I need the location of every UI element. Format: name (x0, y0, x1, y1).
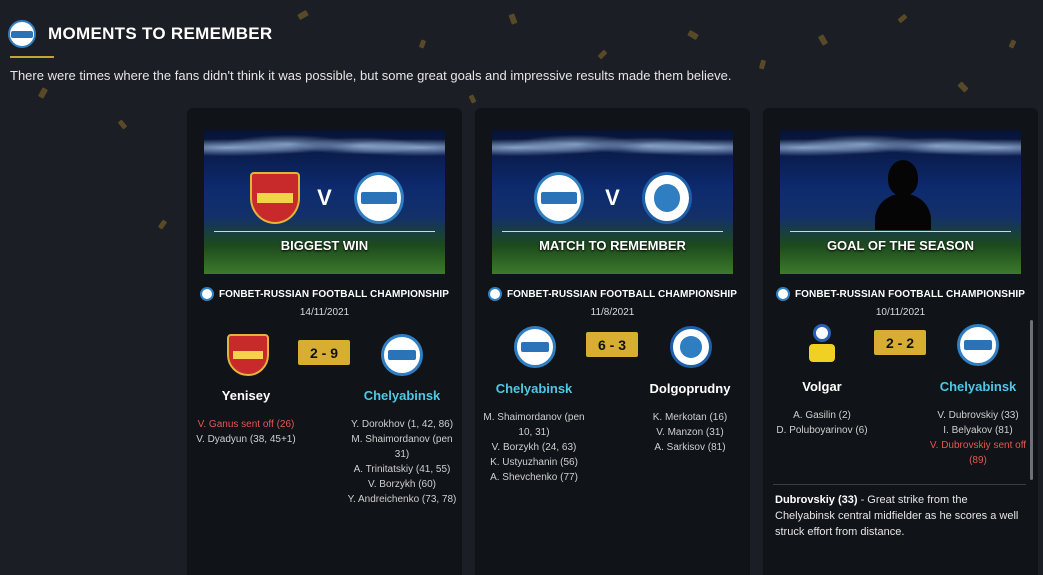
goal-description: Dubrovskiy (33) - Great strike from the … (775, 492, 1025, 540)
chelyabinsk-crest-icon[interactable] (381, 334, 423, 376)
home-events: M. Shaimordanov (pen 10, 31) V. Borzykh … (479, 410, 589, 485)
event-goal: V. Borzykh (60) (368, 479, 436, 490)
away-team-name[interactable]: Chelyabinsk (923, 379, 1033, 394)
event-goal: K. Merkotan (16) (652, 412, 728, 423)
banner-label: BIGGEST WIN (280, 238, 369, 253)
player-silhouette-icon (875, 160, 931, 232)
event-goal: A. Shevchenko (77) (490, 472, 578, 483)
dolgoprudny-crest-icon[interactable] (670, 326, 712, 368)
away-events: V. Dubrovskiy (33) I. Belyakov (81) V. D… (923, 408, 1033, 468)
event-red-card: V. Ganus sent off (26) (197, 419, 295, 430)
page-title: MOMENTS TO REMEMBER (48, 24, 273, 43)
chelyabinsk-crest-icon (8, 20, 36, 48)
vs-label: V (317, 185, 332, 210)
page-subtitle: There were times where the fans didn't t… (10, 68, 732, 83)
event-goal: D. Poluboyarinov (6) (776, 425, 868, 436)
competition-name: FONBET-RUSSIAN FOOTBALL CHAMPIONSHIP (218, 288, 450, 300)
competition-icon (199, 287, 214, 301)
away-team-name[interactable]: Dolgoprudny (635, 381, 745, 396)
dolgoprudny-crest-icon (642, 172, 692, 224)
volgar-crest-icon[interactable] (801, 324, 843, 366)
event-goal: M. Shaimordanov (pen 31) (351, 434, 453, 460)
banner-label: GOAL OF THE SEASON (826, 238, 975, 253)
biggest-win-banner: V BIGGEST WIN (204, 130, 445, 274)
event-goal: V. Manzon (31) (656, 427, 724, 438)
away-team-name[interactable]: Chelyabinsk (347, 388, 457, 403)
goal-scorer[interactable]: Dubrovskiy (33) (775, 494, 858, 506)
away-events: Y. Dorokhov (1, 42, 86) M. Shaimordanov … (347, 417, 457, 507)
competition[interactable]: FONBET-RUSSIAN FOOTBALL CHAMPIONSHIP (763, 287, 1038, 301)
score-badge[interactable]: 2 - 2 (874, 330, 926, 355)
page-header: MOMENTS TO REMEMBER (8, 20, 273, 48)
event-goal: A. Sarkisov (81) (654, 442, 726, 453)
vs-label: V (605, 185, 620, 210)
home-team-name[interactable]: Chelyabinsk (479, 381, 589, 396)
goal-of-the-season-card[interactable]: GOAL OF THE SEASON FONBET-RUSSIAN FOOTBA… (763, 108, 1038, 575)
event-red-card: V. Dubrovskiy sent off (89) (929, 440, 1027, 466)
match-to-remember-card[interactable]: V MATCH TO REMEMBER FONBET-RUSSIAN FOOTB… (475, 108, 750, 575)
competition-icon (775, 287, 790, 301)
chelyabinsk-crest-icon (354, 172, 404, 224)
event-goal: A. Trinitatskiy (41, 55) (353, 464, 451, 475)
score-badge[interactable]: 6 - 3 (586, 332, 638, 357)
home-events: V. Ganus sent off (26) V. Dyadyun (38, 4… (191, 417, 301, 447)
banner-label: MATCH TO REMEMBER (539, 238, 686, 253)
home-events: A. Gasilin (2) D. Poluboyarinov (6) (767, 408, 877, 438)
competition-name: FONBET-RUSSIAN FOOTBALL CHAMPIONSHIP (794, 288, 1026, 300)
biggest-win-card[interactable]: V BIGGEST WIN FONBET-RUSSIAN FOOTBALL CH… (187, 108, 462, 575)
match-date: 14/11/2021 (299, 307, 350, 318)
chelyabinsk-crest-icon[interactable] (957, 324, 999, 366)
match-date: 11/8/2021 (590, 307, 635, 318)
event-goal: V. Dubrovskiy (33) (937, 410, 1019, 421)
event-goal: V. Dyadyun (38, 45+1) (196, 434, 296, 445)
competition-name: FONBET-RUSSIAN FOOTBALL CHAMPIONSHIP (506, 288, 738, 300)
match-date: 10/11/2021 (875, 307, 926, 318)
match-to-remember-banner: V MATCH TO REMEMBER (492, 130, 733, 274)
divider (773, 484, 1026, 485)
event-goal: Y. Andreichenko (73, 78) (347, 494, 457, 505)
competition[interactable]: FONBET-RUSSIAN FOOTBALL CHAMPIONSHIP (187, 287, 462, 301)
event-goal: K. Ustyuzhanin (56) (490, 457, 578, 468)
event-goal: I. Belyakov (81) (943, 425, 1013, 436)
competition[interactable]: FONBET-RUSSIAN FOOTBALL CHAMPIONSHIP (475, 287, 750, 301)
scrollbar[interactable] (1030, 320, 1033, 480)
event-goal: A. Gasilin (2) (793, 410, 851, 421)
score-badge[interactable]: 2 - 9 (298, 340, 350, 365)
event-goal: Y. Dorokhov (1, 42, 86) (350, 419, 454, 430)
chelyabinsk-crest-icon[interactable] (514, 326, 556, 368)
away-events: K. Merkotan (16) V. Manzon (31) A. Sarki… (635, 410, 745, 455)
home-team-name[interactable]: Yenisey (191, 388, 301, 403)
event-goal: V. Borzykh (24, 63) (491, 442, 577, 453)
yenisey-crest-icon[interactable] (227, 334, 269, 376)
competition-icon (487, 287, 502, 301)
title-underline (10, 56, 54, 58)
home-team-name[interactable]: Volgar (767, 379, 877, 394)
event-goal: M. Shaimordanov (pen 10, 31) (483, 412, 585, 438)
goal-of-the-season-banner: GOAL OF THE SEASON (780, 130, 1021, 274)
